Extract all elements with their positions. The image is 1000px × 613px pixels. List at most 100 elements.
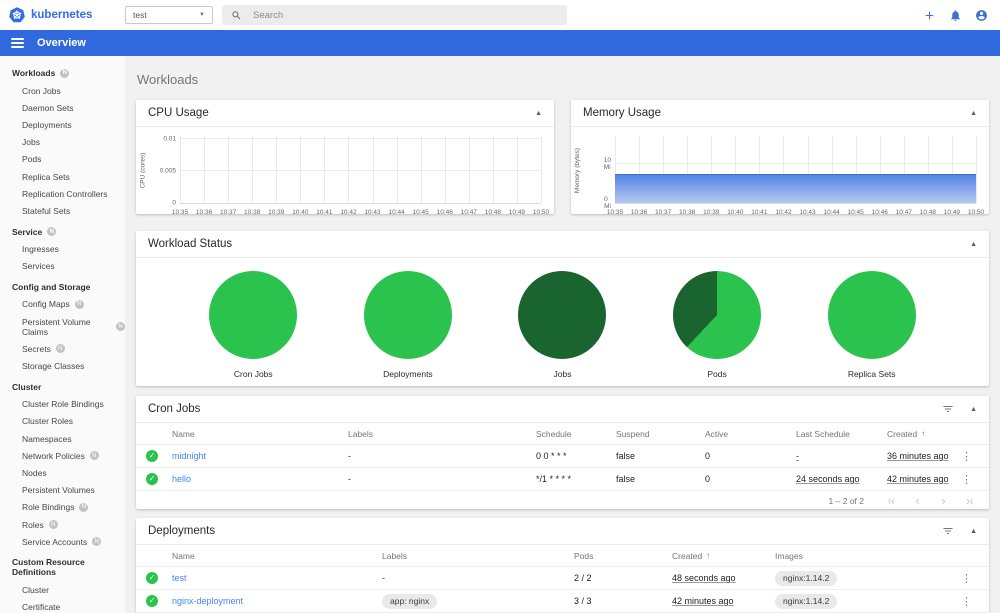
collapse-caret-icon[interactable]: ▲	[970, 406, 977, 413]
x-tick-label: 10:44	[823, 209, 840, 216]
sidebar-item-persistent-volumes[interactable]: Persistent Volumes	[0, 482, 125, 499]
collapse-caret-icon[interactable]: ▲	[970, 241, 977, 248]
next-page-icon[interactable]	[938, 496, 949, 507]
x-tick-label: 10:45	[847, 209, 864, 216]
account-user-icon[interactable]	[975, 9, 988, 22]
app-header: kubernetes test ▼ Search	[0, 0, 1000, 30]
sidebar-item-replica-sets[interactable]: Replica Sets	[0, 168, 125, 185]
column-header-active[interactable]: Active	[705, 429, 796, 439]
x-tick-label: 10:47	[895, 209, 912, 216]
collapse-caret-icon[interactable]: ▲	[970, 528, 977, 535]
pie-chart[interactable]	[209, 271, 298, 359]
filter-icon[interactable]	[942, 403, 954, 415]
workload-status-title: Workload Status	[148, 238, 233, 250]
sidebar-item-jobs[interactable]: Jobs	[0, 134, 125, 151]
x-tick-label: 10:37	[654, 209, 672, 216]
namespaced-badge: N	[74, 299, 84, 309]
column-header-name[interactable]: Name	[172, 429, 348, 439]
notifications-bell-icon[interactable]	[949, 9, 962, 22]
column-header-images[interactable]: Images	[775, 551, 961, 561]
collapse-caret-icon[interactable]: ▲	[970, 110, 977, 117]
memory-usage-xaxis: 10:35 10:36 10:37 10:38 10:39 10:40 10:41 10:42…	[607, 207, 984, 219]
pie-chart[interactable]	[673, 271, 762, 359]
column-header-created[interactable]: Created ↑	[672, 551, 775, 561]
sidebar-item-secrets[interactable]: Secrets N	[0, 340, 125, 357]
namespaced-badge: N	[116, 322, 125, 332]
sidebar-item-replication-controllers[interactable]: Replication Controllers	[0, 185, 125, 202]
kebab-menu-icon[interactable]: ⋮	[961, 474, 972, 486]
kebab-menu-icon[interactable]: ⋮	[961, 573, 972, 585]
table-cell[interactable]: ⋮	[961, 595, 979, 608]
sidebar-item-cluster-roles[interactable]: Cluster Roles	[0, 413, 125, 430]
sidebar-item-namespaces[interactable]: Namespaces	[0, 430, 125, 447]
sidebar-item-stateful-sets[interactable]: Stateful Sets	[0, 202, 125, 219]
sidebar-item-label: Cron Jobs	[22, 85, 61, 96]
x-tick-label: 10:41	[751, 209, 768, 216]
sidebar-item-cron-jobs[interactable]: Cron Jobs	[0, 82, 125, 99]
column-header-suspend[interactable]: Suspend	[616, 429, 705, 439]
pie-chart-label: Pods	[707, 369, 727, 379]
memory-area-series	[615, 174, 976, 203]
brand-name: kubernetes	[31, 9, 93, 21]
table-cell[interactable]: ⋮	[961, 450, 979, 463]
sidebar-item-role-bindings[interactable]: Role Bindings N	[0, 499, 125, 516]
resource-link[interactable]: hello	[172, 474, 348, 484]
kebab-menu-icon[interactable]: ⋮	[961, 451, 972, 463]
sidebar-item-label: Deployments	[22, 119, 72, 130]
brand[interactable]: kubernetes	[0, 7, 125, 23]
sidebar-item-persistent-volume-claims[interactable]: Persistent Volume Claims N	[0, 313, 125, 340]
table-row: ✓ midnight -0 0 * * * false 0-36 minutes ago…	[136, 445, 989, 468]
sidebar-item-deployments[interactable]: Deployments	[0, 116, 125, 133]
pie-chart[interactable]	[518, 271, 607, 359]
table-cell: ✓	[146, 473, 172, 485]
sidebar-item-nodes[interactable]: Nodes	[0, 464, 125, 481]
sidebar-item-pods[interactable]: Pods	[0, 151, 125, 168]
previous-page-icon[interactable]	[912, 496, 923, 507]
kebab-menu-icon[interactable]: ⋮	[961, 596, 972, 608]
deployments-table-body: ✓ test - 2 / 2 48 seconds ago nginx:1.14.2 ⋮ ✓ n…	[136, 567, 989, 613]
sidebar-section-label: Config and Storage	[12, 281, 91, 292]
last-page-icon[interactable]	[964, 496, 975, 507]
sidebar-item-roles[interactable]: Roles N	[0, 516, 125, 533]
sidebar-item-services[interactable]: Services	[0, 258, 125, 275]
sidebar-item-daemon-sets[interactable]: Daemon Sets	[0, 99, 125, 116]
table-cell: 0	[705, 474, 711, 484]
pie-chart[interactable]	[363, 271, 452, 359]
sidebar-item-cluster[interactable]: Cluster	[0, 581, 125, 598]
sidebar-item-service-accounts[interactable]: Service Accounts N	[0, 533, 125, 550]
resource-link[interactable]: nginx-deployment	[172, 596, 382, 606]
sidebar-item-network-policies[interactable]: Network Policies N	[0, 447, 125, 464]
create-plus-icon[interactable]	[923, 9, 936, 22]
sidebar-item-certificate[interactable]: Certificate	[0, 599, 125, 613]
sidebar-item-config-maps[interactable]: Config Maps N	[0, 296, 125, 313]
sidebar-item-storage-classes[interactable]: Storage Classes	[0, 357, 125, 374]
table-cell[interactable]: ⋮	[961, 473, 979, 486]
sidebar-item-ingresses[interactable]: Ingresses	[0, 241, 125, 258]
first-page-icon[interactable]	[886, 496, 897, 507]
sidebar-item-cluster-role-bindings[interactable]: Cluster Role Bindings	[0, 396, 125, 413]
column-header-labels[interactable]: Labels	[382, 551, 574, 561]
workload-status-card: Workload Status ▲ Cron Jobs Deployments Jo…	[136, 231, 989, 386]
menu-hamburger-icon[interactable]	[11, 38, 24, 48]
x-tick-label: 10:38	[244, 209, 261, 216]
column-header-created[interactable]: Created ↑	[887, 429, 961, 439]
memory-usage-chart: Memory (bytes) 10 Mi 0 Mi	[575, 136, 977, 210]
x-tick-label: 10:48	[484, 209, 501, 216]
table-cell[interactable]: ⋮	[961, 572, 979, 585]
column-header-pods[interactable]: Pods	[574, 551, 672, 561]
namespace-select[interactable]: test ▼	[125, 6, 213, 24]
pie-chart[interactable]	[827, 271, 916, 359]
resource-link[interactable]: midnight	[172, 451, 348, 461]
gridline	[180, 137, 541, 139]
search-input[interactable]: Search	[222, 5, 567, 25]
column-header-schedule[interactable]: Schedule	[536, 429, 616, 439]
column-header-labels[interactable]: Labels	[348, 429, 536, 439]
status-success-icon: ✓	[146, 572, 158, 584]
column-header-name[interactable]: Name	[172, 551, 382, 561]
column-header-last-schedule[interactable]: Last Schedule	[796, 429, 887, 439]
y-tick-label: 0 Mi	[604, 196, 611, 210]
collapse-caret-icon[interactable]: ▲	[535, 110, 542, 117]
y-axis-label: CPU (cores)	[139, 152, 147, 188]
resource-link[interactable]: test	[172, 573, 382, 583]
filter-icon[interactable]	[942, 525, 954, 537]
